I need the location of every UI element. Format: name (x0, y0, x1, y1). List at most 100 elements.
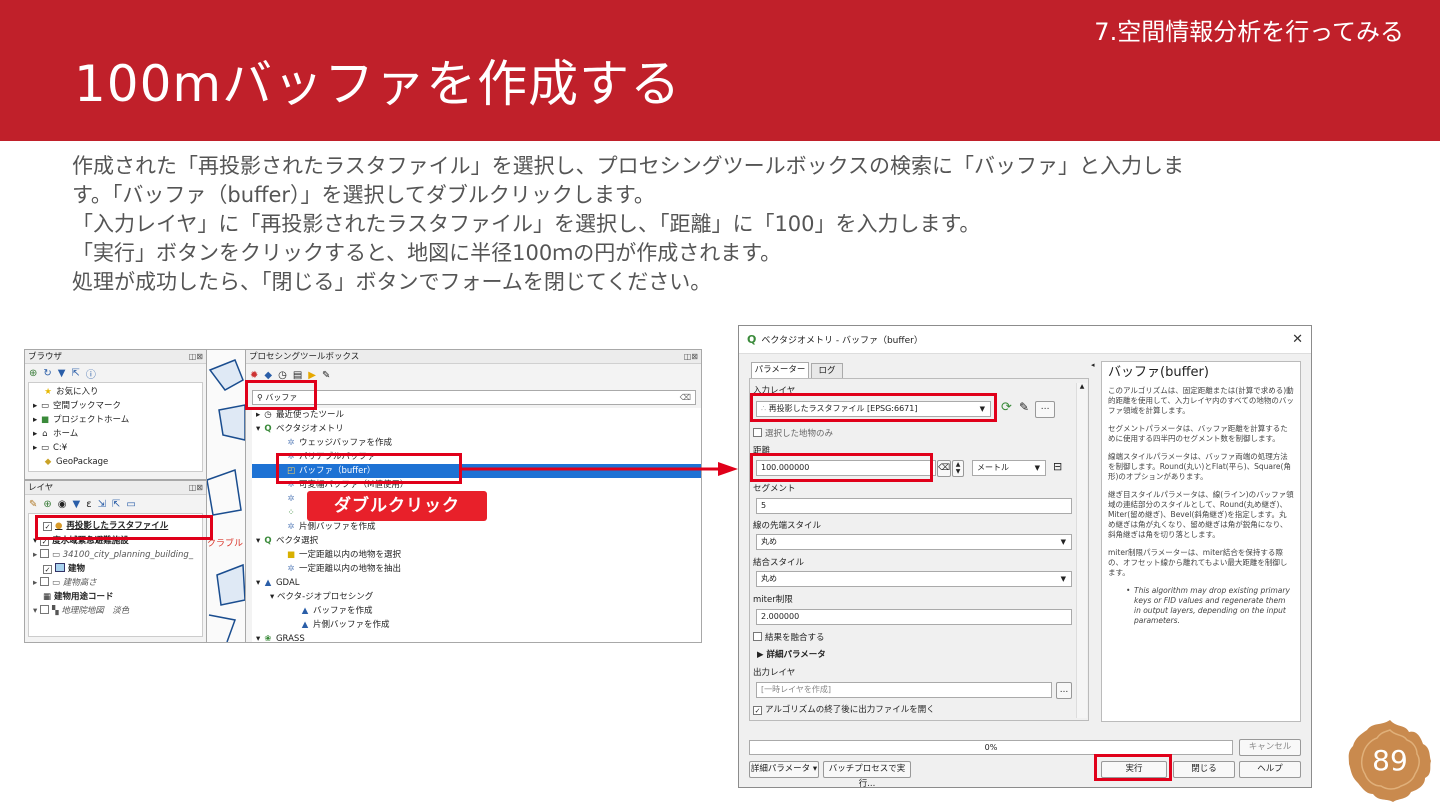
expression-icon[interactable]: ε (86, 499, 91, 510)
join-style-select[interactable]: 丸め ▼ (756, 571, 1072, 587)
info-icon[interactable]: ⓘ (86, 366, 96, 381)
python-icon[interactable]: ◆ (264, 370, 272, 381)
add-group-icon[interactable]: ⊕ (43, 499, 51, 510)
collapse-icon[interactable]: ⇱ (112, 499, 120, 510)
help-paragraph: 継ぎ目スタイルパラメータは、線(ライン)のバッファ領域の連結部分のスタイルとして… (1108, 490, 1294, 539)
tree-recent[interactable]: ▸ ◷ 最近使ったツール (252, 408, 701, 422)
tree-wedge-buffer[interactable]: ✲ ウェッジバッファを作成 (252, 436, 701, 450)
advanced-dropdown-button[interactable]: 詳細パラメータ ▾ (749, 761, 819, 778)
chevron-down-icon: ▼ (1060, 538, 1066, 546)
results-icon[interactable]: ▤ (293, 370, 302, 381)
help-title: バッファ(buffer) (1108, 365, 1209, 380)
miter-limit-input[interactable]: 2.000000 (756, 609, 1072, 625)
help-button[interactable]: ヘルプ (1239, 761, 1301, 778)
browser-item-favorites[interactable]: ★ お気に入り (29, 385, 202, 399)
checkbox[interactable] (39, 605, 49, 614)
checkbox[interactable] (39, 577, 49, 586)
checkbox[interactable] (39, 549, 49, 558)
layer-item-building-height[interactable]: ▸ ▭ 建物高さ (29, 576, 202, 590)
layer-item-gsi-map[interactable]: ▾ ▚ 地理院地図 淡色 (29, 604, 202, 618)
tree-gdal-buffer[interactable]: ▲ バッファを作成 (252, 604, 701, 618)
chevron-down-icon: ▼ (1034, 464, 1040, 472)
layer-item-city-planning[interactable]: ▸ ▭ 34100_city_planning_building_ (29, 548, 202, 562)
style-icon[interactable]: ✎ (29, 499, 37, 510)
output-layer-input[interactable]: [一時レイヤを作成] (756, 682, 1052, 698)
tab-parameters[interactable]: パラメーター (751, 362, 809, 378)
tree-extract-within-distance[interactable]: ✲ 一定距離以内の地物を抽出 (252, 562, 701, 576)
checkbox[interactable] (753, 632, 762, 641)
dissolve-checkbox[interactable]: 結果を融合する (753, 631, 825, 643)
distance-unit-select[interactable]: メートル ▼ (972, 460, 1046, 476)
history-icon[interactable]: ◷ (278, 370, 287, 381)
layers-panel-title: レイヤ ◫⊠ (25, 481, 206, 495)
close-icon[interactable]: ✕ (1292, 332, 1303, 347)
expand-icon[interactable]: ⇲ (98, 499, 106, 510)
collapse-help-icon[interactable]: ◂ (1091, 361, 1095, 369)
tree-select-within-distance[interactable]: ■ 一定距離以内の地物を選択 (252, 548, 701, 562)
more-options-button[interactable]: ⋯ (1035, 401, 1055, 418)
bookmark-icon: ▭ (40, 401, 49, 411)
gear-icon: ✲ (287, 494, 295, 504)
tree-vector-geometry[interactable]: ▾ Q ベクタジオメトリ (252, 422, 701, 436)
advanced-parameters-toggle[interactable]: ▶ 詳細パラメータ (757, 648, 826, 660)
end-cap-select[interactable]: 丸め ▼ (756, 534, 1072, 550)
checkbox[interactable]: ✓ (753, 706, 762, 715)
tree-vector-geoprocessing[interactable]: ▾ ベクタ-ジオプロセシング (252, 590, 701, 604)
tree-gdal[interactable]: ▾ ▲ GDAL (252, 576, 701, 590)
clock-icon: ◷ (264, 410, 272, 420)
instruction-line: 作成された「再投影されたラスタファイル」を選択し、プロセシングツールボックスの検… (72, 154, 1184, 178)
section-label: 7.空間情報分析を行ってみる (1094, 18, 1404, 46)
tree-single-side-buffer[interactable]: ✲ 片側バッファを作成 (252, 520, 701, 534)
browser-item-c-drive[interactable]: ▸ ▭ C:¥ (29, 441, 202, 455)
remove-icon[interactable]: ▭ (126, 499, 135, 510)
iterate-icon[interactable]: ⟳ (1001, 400, 1012, 415)
distance-spinner[interactable]: ▲ ▼ (952, 460, 964, 477)
raster-icon: ▚ (51, 606, 62, 616)
highlight-input-layer (750, 393, 997, 422)
close-button[interactable]: 閉じる (1173, 761, 1235, 778)
selected-only-checkbox[interactable]: 選択した地物のみ (753, 427, 833, 439)
panel-controls-icon[interactable]: ◫⊠ (684, 350, 698, 364)
models-icon[interactable]: ✹ (250, 370, 258, 381)
gear-icon: ✲ (287, 522, 295, 532)
cancel-button[interactable]: キャンセル (1239, 739, 1301, 756)
open-output-checkbox[interactable]: ✓ アルゴリズムの終了後に出力ファイルを開く (753, 703, 935, 715)
data-defined-icon[interactable]: ⊟ (1053, 460, 1062, 473)
filter-icon[interactable]: ▼ (58, 368, 66, 379)
options-icon[interactable]: ✎ (322, 370, 330, 381)
toolbox-title-text: プロセシングツールボックス (249, 352, 360, 362)
filter-icon[interactable]: ▼ (73, 499, 81, 510)
tab-log[interactable]: ログ (811, 363, 843, 378)
params-scrollbar[interactable]: ▲ (1076, 383, 1087, 718)
panel-controls-icon[interactable]: ◫⊠ (189, 481, 203, 495)
checkbox[interactable]: ✓ (43, 565, 52, 574)
segments-input[interactable]: 5 (756, 498, 1072, 514)
add-icon[interactable]: ⊕ (29, 368, 37, 379)
edit-features-icon[interactable]: ▶ (308, 370, 316, 381)
clear-distance-button[interactable]: ⌫ (937, 460, 951, 477)
batch-process-button[interactable]: バッチプロセスで実行... (823, 761, 911, 789)
browser-title-text: ブラウザ (28, 352, 63, 362)
browser-item-bookmarks[interactable]: ▸ ▭ 空間ブックマーク (29, 399, 202, 413)
browser-item-project-home[interactable]: ▸ ■ プロジェクトホーム (29, 413, 202, 427)
eye-icon[interactable]: ◉ (58, 499, 67, 510)
panel-controls-icon[interactable]: ◫⊠ (189, 350, 203, 364)
toolbox-search-input[interactable]: ⚲ バッファ ⌫ (252, 390, 696, 405)
checkbox[interactable] (753, 428, 762, 437)
refresh-icon[interactable]: ↻ (43, 368, 51, 379)
tree-vector-selection[interactable]: ▾ Q ベクタ選択 (252, 534, 701, 548)
output-browse-button[interactable]: … (1056, 682, 1072, 699)
browser-item-geopackage[interactable]: ◆ GeoPackage (29, 455, 202, 469)
qgis-icon: Q (264, 424, 272, 434)
clear-icon[interactable]: ⌫ (680, 391, 691, 404)
wrench-icon[interactable]: ✎ (1019, 400, 1029, 414)
browser-item-home[interactable]: ▸ ⌂ ホーム (29, 427, 202, 441)
table-icon: ▦ (43, 592, 54, 602)
tree-grass[interactable]: ▾ ❀ GRASS (252, 632, 701, 642)
layer-item-building-use[interactable]: ▦ 建物用途コード (29, 590, 202, 604)
layer-item-buildings[interactable]: ✓ 建物 (29, 562, 202, 576)
folder-icon: ▭ (40, 443, 49, 453)
tree-gdal-single-side-buffer[interactable]: ▲ 片側バッファを作成 (252, 618, 701, 632)
collapse-icon[interactable]: ⇱ (71, 368, 79, 379)
progress-text: 0% (984, 743, 998, 752)
